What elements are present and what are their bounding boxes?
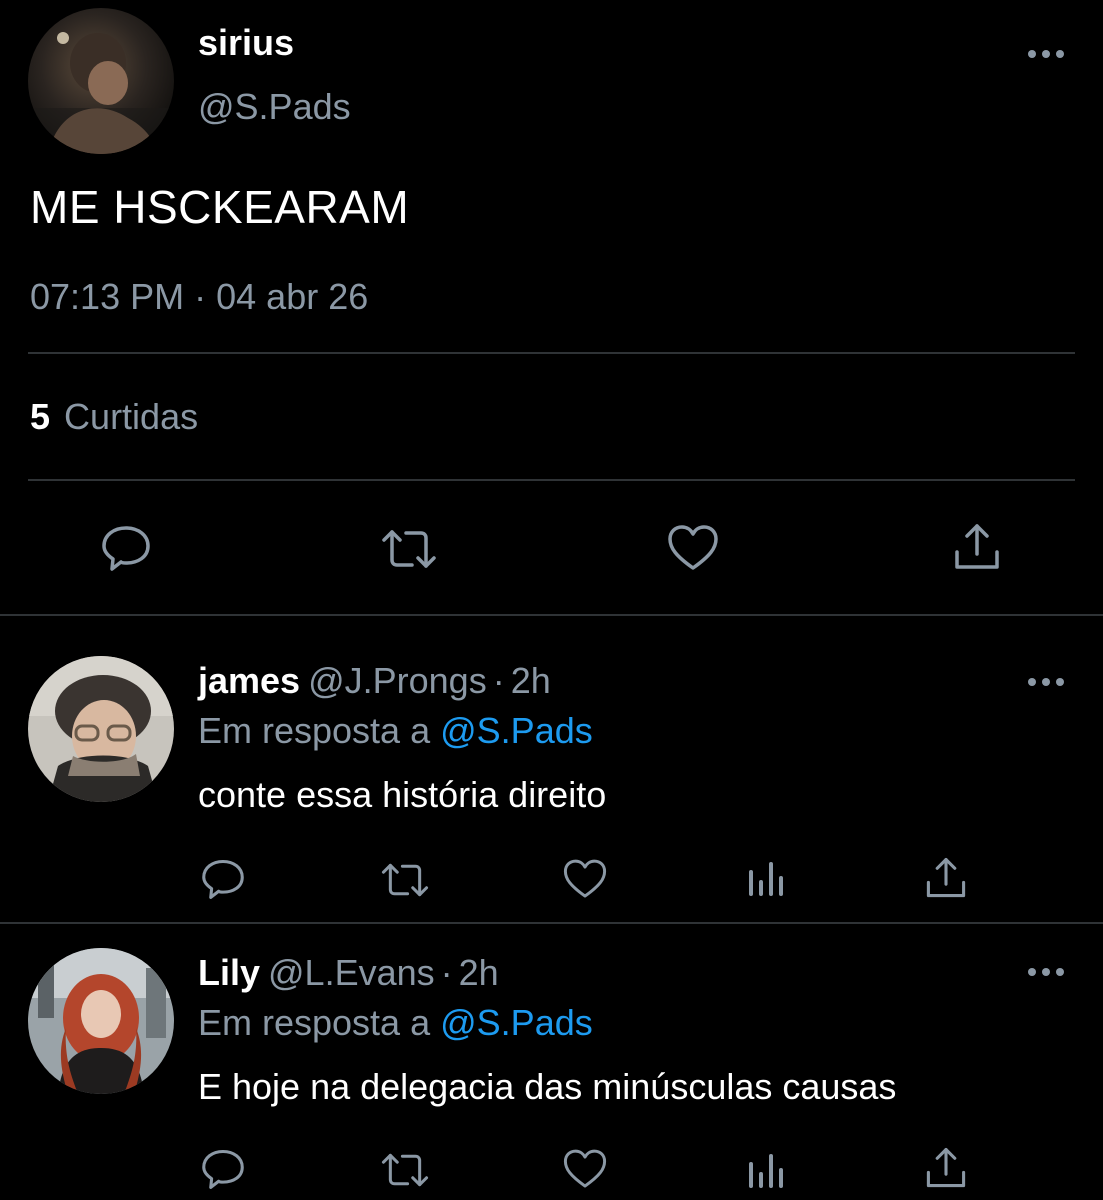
meta-separator: ·	[194, 276, 207, 317]
like-icon[interactable]	[666, 524, 720, 572]
like-icon[interactable]	[562, 858, 608, 900]
tweet-time: 07:13 PM	[30, 276, 185, 317]
reply-author-name[interactable]: james	[198, 660, 300, 701]
reply-author-name[interactable]: Lily	[198, 952, 260, 993]
retweet-icon[interactable]	[380, 526, 438, 572]
main-author-avatar[interactable]	[28, 8, 174, 154]
share-icon[interactable]	[952, 522, 1002, 572]
main-tweet-timestamp: 07:13 PM · 04 abr 26	[30, 276, 368, 318]
main-tweet-text: ME HSCKEARAM	[30, 181, 410, 233]
reply-header: james @J.Prongs · 2h	[198, 660, 551, 702]
divider	[28, 479, 1075, 481]
reply-author-avatar[interactable]	[28, 948, 174, 1094]
tweet-thread-page: sirius @S.Pads ME HSCKEARAM 07:13 PM · 0…	[0, 0, 1103, 1200]
reply-time: 2h	[458, 952, 499, 993]
reply-text: conte essa história direito	[198, 774, 607, 815]
analytics-icon[interactable]	[746, 858, 786, 898]
reply-text: E hoje na delegacia das minúsculas causa…	[198, 1066, 897, 1107]
share-icon[interactable]	[924, 856, 968, 900]
reply-context-label: Em resposta a	[198, 710, 431, 751]
reply-icon[interactable]	[200, 1148, 246, 1190]
reply-author-handle[interactable]: @J.Prongs	[308, 660, 487, 701]
likes-count: 5	[30, 396, 51, 437]
share-icon[interactable]	[924, 1146, 968, 1190]
main-author-handle[interactable]: @S.Pads	[198, 86, 351, 128]
retweet-icon[interactable]	[380, 1150, 430, 1190]
reply-context: Em resposta a @S.Pads	[198, 710, 593, 752]
header-separator: ·	[492, 660, 505, 701]
more-options-icon[interactable]	[1028, 676, 1064, 688]
reply-context: Em resposta a @S.Pads	[198, 1002, 593, 1044]
analytics-icon[interactable]	[746, 1150, 786, 1190]
likes-label: Curtidas	[64, 396, 199, 437]
like-icon[interactable]	[562, 1148, 608, 1190]
reply-icon[interactable]	[100, 524, 152, 572]
more-options-icon[interactable]	[1028, 966, 1064, 978]
section-divider	[0, 922, 1103, 924]
likes-summary[interactable]: 5 Curtidas	[30, 396, 198, 438]
reply-author-handle[interactable]: @L.Evans	[268, 952, 435, 993]
reply-context-mention[interactable]: @S.Pads	[440, 710, 593, 751]
tweet-date: 04 abr 26	[216, 276, 369, 317]
reply-icon[interactable]	[200, 858, 246, 900]
reply-author-avatar[interactable]	[28, 656, 174, 802]
main-author-name[interactable]: sirius	[198, 22, 294, 64]
header-separator: ·	[440, 952, 453, 993]
divider	[28, 352, 1075, 354]
more-options-icon[interactable]	[1028, 48, 1064, 60]
retweet-icon[interactable]	[380, 860, 430, 900]
reply-context-mention[interactable]: @S.Pads	[440, 1002, 593, 1043]
section-divider	[0, 614, 1103, 616]
reply-header: Lily @L.Evans · 2h	[198, 952, 499, 994]
reply-context-label: Em resposta a	[198, 1002, 431, 1043]
reply-time: 2h	[510, 660, 551, 701]
